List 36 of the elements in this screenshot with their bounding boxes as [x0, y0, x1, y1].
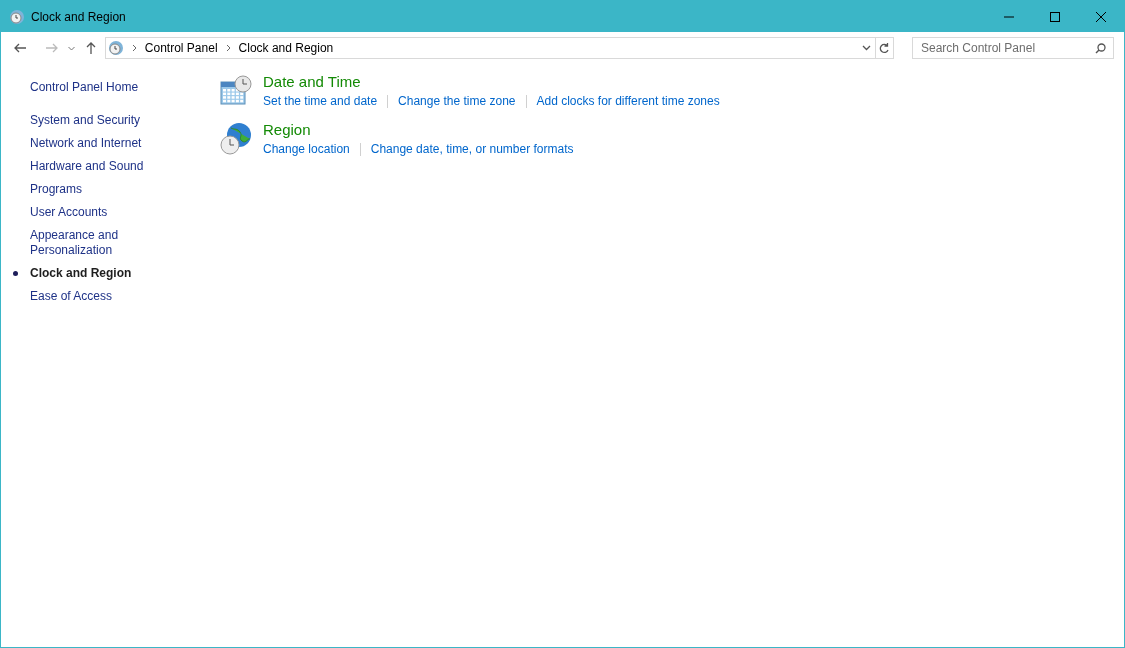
search-icon: [1095, 43, 1106, 54]
breadcrumb[interactable]: Control Panel: [144, 39, 218, 57]
chevron-down-icon: [68, 45, 76, 51]
task-link[interactable]: Change location: [263, 140, 350, 158]
clock-icon: [9, 8, 25, 25]
back-arrow-icon: [13, 43, 26, 53]
up-arrow-icon: [85, 42, 96, 54]
globe-clock-icon: [219, 122, 253, 156]
close-icon: [1096, 11, 1106, 22]
search-field[interactable]: Search Control Panel: [912, 37, 1114, 59]
address-bar[interactable]: Control Panel Clock and Region: [104, 37, 894, 59]
sidebar-link[interactable]: User Accounts: [30, 205, 150, 220]
calendar-clock-icon: [219, 74, 253, 108]
sidebar-link[interactable]: System and Security: [30, 113, 150, 128]
sidebar-link[interactable]: Control Panel Home: [30, 80, 189, 95]
maximize-icon: [1050, 11, 1060, 22]
sidebar-link[interactable]: Clock and Region: [30, 266, 150, 281]
task-link[interactable]: Change the time zone: [398, 92, 516, 110]
chevron-right-icon: [225, 44, 231, 52]
task-link[interactable]: Set the time and date: [263, 92, 378, 110]
sidebar-link[interactable]: Programs: [30, 182, 150, 197]
chevron-down-icon: [862, 45, 872, 51]
category-title[interactable]: Date and Time: [263, 72, 720, 92]
chevron-right-icon: [131, 44, 137, 52]
breadcrumb[interactable]: Clock and Region: [238, 39, 334, 57]
task-link[interactable]: Change date, time, or number formats: [370, 140, 574, 158]
window-title: Clock and Region: [31, 8, 126, 26]
category-title[interactable]: Region: [263, 120, 574, 140]
control-panel-icon: [107, 40, 124, 56]
sidebar-link[interactable]: Appearance and Personalization: [30, 228, 150, 258]
sidebar-link[interactable]: Network and Internet: [30, 136, 150, 151]
refresh-icon: [879, 42, 890, 54]
forward-arrow-icon: [45, 43, 58, 53]
task-link[interactable]: Add clocks for different time zones: [536, 92, 720, 110]
sidebar-link[interactable]: Ease of Access: [30, 289, 150, 304]
sidebar-link[interactable]: Hardware and Sound: [30, 159, 150, 174]
